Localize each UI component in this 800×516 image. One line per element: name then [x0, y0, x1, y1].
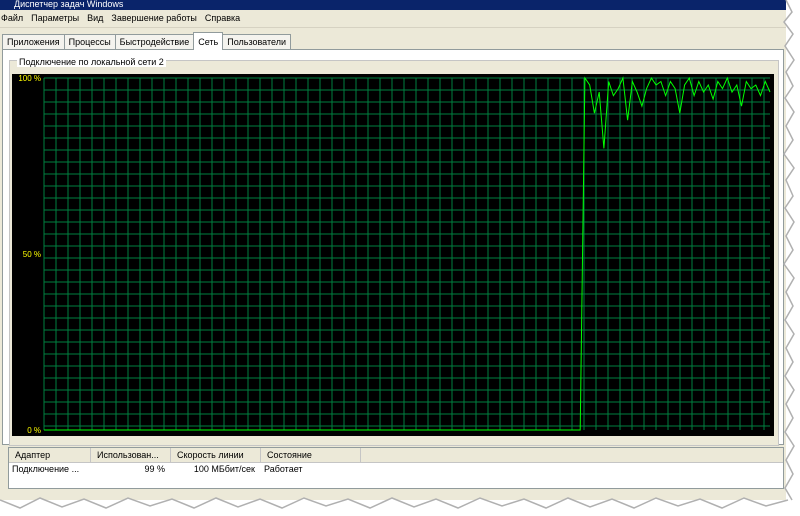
adapter-speed: 100 МБбит/сек: [193, 464, 255, 474]
adapter-usage: 99 %: [144, 464, 165, 474]
network-usage-chart: 100 % 50 % 0 %: [18, 74, 771, 435]
connection-title: Подключение по локальной сети 2: [17, 57, 166, 67]
column-speed[interactable]: Скорость линии: [171, 448, 261, 462]
menu-bar: Файл Параметры Вид Завершение работы Спр…: [0, 10, 786, 28]
tab-performance[interactable]: Быстродействие: [114, 34, 195, 50]
menu-file[interactable]: Файл: [0, 10, 27, 27]
tab-applications[interactable]: Приложения: [2, 34, 65, 50]
adapter-status: Работает: [264, 464, 303, 474]
tab-users[interactable]: Пользователи: [222, 34, 291, 50]
adapter-list[interactable]: Адаптер Использован... Скорость линии Со…: [8, 447, 784, 489]
title-bar: Диспетчер задач Windows: [0, 0, 786, 10]
column-status[interactable]: Состояние: [261, 448, 361, 462]
adapter-list-header: Адаптер Использован... Скорость линии Со…: [9, 448, 783, 463]
menu-help[interactable]: Справка: [201, 10, 244, 27]
task-manager-window: Диспетчер задач Windows Файл Параметры В…: [0, 0, 786, 500]
torn-edge-bottom: [0, 497, 800, 516]
tab-processes[interactable]: Процессы: [63, 34, 116, 50]
tab-strip: Приложения Процессы Быстродействие Сеть …: [2, 32, 291, 50]
menu-view[interactable]: Вид: [83, 10, 107, 27]
y-tick-label: 50 %: [23, 250, 41, 259]
y-tick-label: 100 %: [18, 74, 41, 83]
network-usage-graph: 100 % 50 % 0 %: [12, 74, 774, 436]
tab-network[interactable]: Сеть: [193, 32, 224, 50]
adapter-name: Подключение ...: [12, 464, 80, 474]
column-usage[interactable]: Использован...: [91, 448, 171, 462]
menu-shutdown[interactable]: Завершение работы: [107, 10, 200, 27]
y-tick-label: 0 %: [27, 426, 41, 435]
plot-area: [44, 78, 770, 430]
table-row[interactable]: Подключение ... 99 % 100 МБбит/сек Работ…: [9, 463, 783, 476]
column-adapter[interactable]: Адаптер: [9, 448, 91, 462]
menu-params[interactable]: Параметры: [27, 10, 83, 27]
torn-edge-right: [783, 0, 800, 516]
